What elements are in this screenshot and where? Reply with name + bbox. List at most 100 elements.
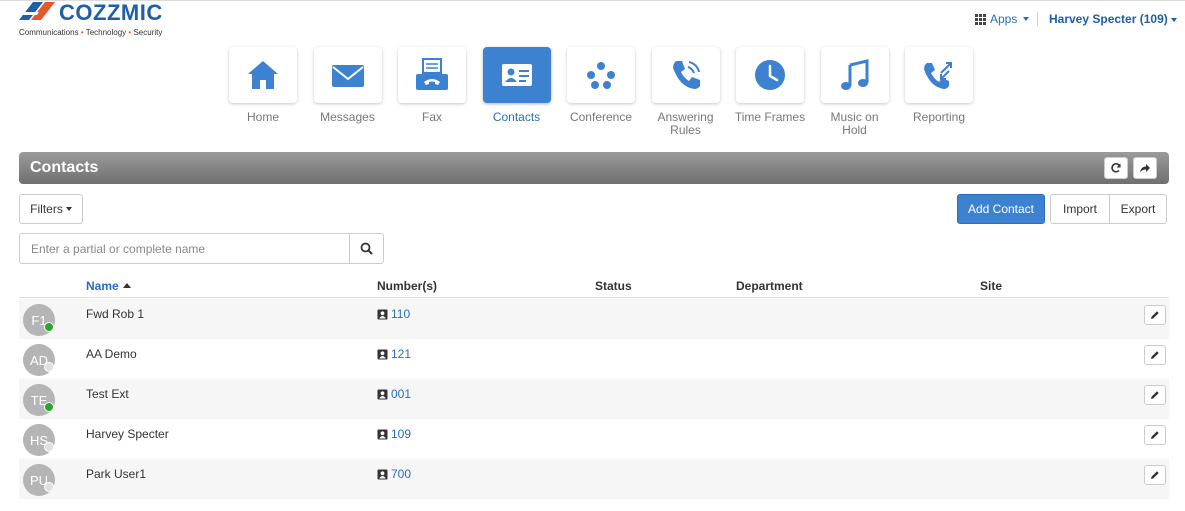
nav-time-frames[interactable]: Time Frames bbox=[728, 47, 812, 137]
nav-contacts-label: Contacts bbox=[492, 110, 541, 124]
column-header-department: Department bbox=[736, 279, 803, 293]
contact-number-link[interactable]: 700 bbox=[377, 467, 411, 481]
nav-fax-label: Fax bbox=[421, 110, 442, 124]
import-button[interactable]: Import bbox=[1050, 194, 1110, 224]
edit-contact-button[interactable] bbox=[1144, 345, 1166, 365]
nav-messages-label: Messages bbox=[320, 110, 375, 124]
nav-reporting[interactable]: Reporting bbox=[897, 47, 981, 137]
nav-time-frames-tile bbox=[736, 47, 804, 103]
home-icon bbox=[248, 61, 278, 89]
contact-number-link[interactable]: 109 bbox=[377, 427, 411, 441]
table-row: PU Park User1 700 bbox=[19, 459, 1169, 499]
nav-reporting-tile bbox=[905, 47, 973, 103]
conference-icon bbox=[587, 62, 615, 89]
contact-card-icon bbox=[377, 469, 388, 479]
contact-card-icon bbox=[377, 349, 388, 359]
logo-text: COZZMIC bbox=[59, 0, 163, 25]
presence-indicator bbox=[44, 322, 54, 332]
apps-menu[interactable]: Apps bbox=[975, 12, 1030, 26]
table-row: TE Test Ext 001 bbox=[19, 379, 1169, 419]
table-header-divider bbox=[19, 297, 1169, 298]
logo-tagline: Communications • Technology • Security bbox=[19, 28, 163, 37]
search-input[interactable] bbox=[19, 233, 350, 264]
nav-messages[interactable]: Messages bbox=[306, 47, 390, 137]
column-header-name-label: Name bbox=[86, 279, 119, 293]
contact-number: 121 bbox=[391, 347, 412, 361]
edit-contact-button[interactable] bbox=[1144, 385, 1166, 405]
edit-contact-button[interactable] bbox=[1144, 465, 1166, 485]
column-header-name[interactable]: Name bbox=[86, 279, 131, 293]
contact-name: Test Ext bbox=[86, 387, 129, 401]
table-row: HS Harvey Specter 109 bbox=[19, 419, 1169, 459]
contact-card-icon bbox=[377, 389, 388, 399]
clock-icon bbox=[755, 60, 785, 90]
contact-number: 700 bbox=[391, 467, 412, 481]
contact-number-link[interactable]: 121 bbox=[377, 347, 411, 361]
export-button[interactable]: Export bbox=[1109, 194, 1167, 224]
pencil-icon bbox=[1151, 351, 1159, 359]
edit-contact-button[interactable] bbox=[1144, 425, 1166, 445]
share-button[interactable] bbox=[1133, 157, 1157, 179]
table-row: AD AA Demo 121 bbox=[19, 339, 1169, 379]
contact-number-link[interactable]: 001 bbox=[377, 387, 411, 401]
contact-number-link[interactable]: 110 bbox=[377, 307, 410, 321]
nav-music-on-hold-tile bbox=[820, 47, 889, 103]
panel-title: Contacts bbox=[30, 159, 99, 176]
music-note-icon bbox=[840, 59, 868, 90]
nav-music-on-hold[interactable]: Music on Hold bbox=[813, 47, 897, 137]
refresh-icon bbox=[1111, 163, 1121, 173]
top-border bbox=[0, 0, 1185, 1]
nav-contacts[interactable]: Contacts bbox=[475, 47, 559, 137]
cozzmic-logo[interactable]: COZZMIC Communications • Technology • Se… bbox=[19, 0, 169, 40]
filters-button[interactable]: Filters bbox=[19, 194, 83, 224]
main-nav: Home Messages Fax Contacts Conference An… bbox=[221, 47, 982, 137]
call-arrows-icon bbox=[924, 62, 952, 89]
column-header-site: Site bbox=[980, 279, 1003, 293]
contacts-panel-header: Contacts bbox=[19, 152, 1169, 184]
nav-fax[interactable]: Fax bbox=[390, 47, 474, 137]
caret-down-icon bbox=[65, 207, 72, 211]
table-row: F1 Fwd Rob 1 110 bbox=[19, 299, 1169, 339]
contact-name: Park User1 bbox=[86, 467, 147, 481]
search-icon bbox=[360, 242, 373, 255]
nav-time-frames-label: Time Frames bbox=[734, 110, 806, 124]
envelope-icon bbox=[331, 65, 364, 87]
contact-number: 110 bbox=[391, 307, 411, 321]
refresh-button[interactable] bbox=[1104, 157, 1128, 179]
sort-ascending-icon bbox=[122, 283, 131, 288]
pencil-icon bbox=[1151, 431, 1159, 439]
nav-home[interactable]: Home bbox=[221, 47, 305, 137]
nav-music-on-hold-label: Music on Hold bbox=[830, 110, 879, 137]
presence-indicator bbox=[44, 482, 54, 492]
user-label: Harvey Specter (109) bbox=[1049, 12, 1168, 26]
user-menu[interactable]: Harvey Specter (109) bbox=[1049, 12, 1177, 26]
contact-card-icon bbox=[377, 309, 388, 319]
nav-answering-rules-label: Answering Rules bbox=[657, 110, 714, 137]
caret-down-icon bbox=[1170, 17, 1177, 22]
add-contact-button[interactable]: Add Contact bbox=[957, 194, 1045, 224]
contact-number: 109 bbox=[391, 427, 412, 441]
nav-home-tile bbox=[229, 47, 297, 103]
pencil-icon bbox=[1151, 391, 1159, 399]
column-header-numbers: Number(s) bbox=[377, 279, 438, 293]
nav-home-label: Home bbox=[246, 110, 279, 124]
contact-card-icon bbox=[501, 64, 532, 86]
header-divider bbox=[1037, 12, 1038, 26]
contact-name: Fwd Rob 1 bbox=[86, 307, 145, 321]
nav-conference[interactable]: Conference bbox=[559, 47, 643, 137]
pencil-icon bbox=[1151, 471, 1159, 479]
logo-mark-icon bbox=[19, 2, 55, 20]
nav-fax-tile bbox=[398, 47, 466, 103]
apps-grid-icon bbox=[975, 13, 986, 25]
nav-answering-rules[interactable]: Answering Rules bbox=[644, 47, 728, 137]
nav-conference-label: Conference bbox=[569, 110, 633, 124]
caret-down-icon bbox=[1023, 17, 1030, 21]
search-button[interactable] bbox=[349, 233, 384, 264]
edit-contact-button[interactable] bbox=[1144, 305, 1166, 325]
apps-label: Apps bbox=[990, 12, 1018, 26]
phone-ringing-icon bbox=[672, 61, 700, 89]
contact-number: 001 bbox=[391, 387, 412, 401]
column-header-status: Status bbox=[595, 279, 632, 293]
fax-icon bbox=[416, 58, 448, 90]
filters-label: Filters bbox=[30, 202, 63, 216]
